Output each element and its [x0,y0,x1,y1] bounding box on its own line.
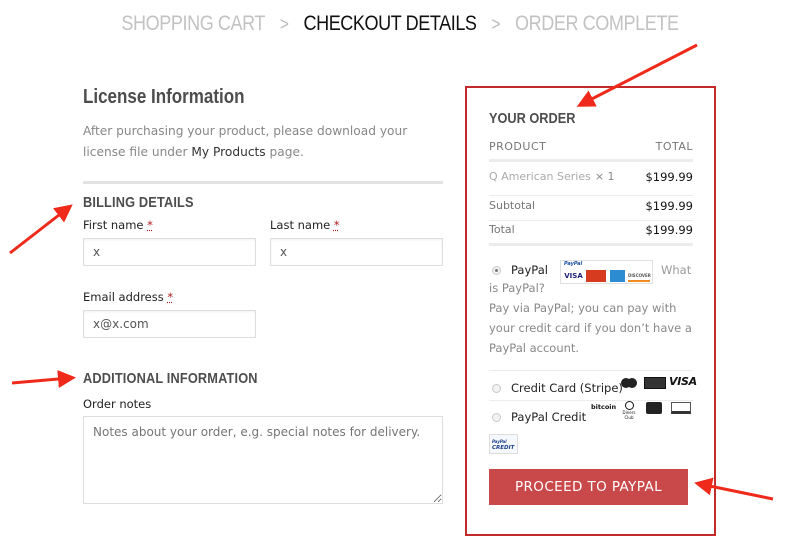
last-name-label-text: Last name [270,218,331,232]
order-table-header: PRODUCT TOTAL [489,140,693,162]
mastercard-icon [621,378,637,388]
visa-card-icon: VISA [669,375,697,388]
total-row: Total $199.99 [489,223,693,246]
item-total: $199.99 [645,170,693,184]
bitcoin-icon: bitcoin [591,403,617,411]
order-notes-textarea[interactable] [83,416,443,504]
arrow-to-billing [9,204,73,255]
badge-bottom-text: CREDIT [492,445,515,451]
subtotal-row: Subtotal $199.99 [489,199,693,221]
arrow-to-additional [11,370,76,388]
first-name-input[interactable]: x [83,238,256,266]
my-products-link[interactable]: My Products [191,145,265,159]
license-text: After purchasing your product, please do… [83,121,443,163]
paypal-description: is PayPal? Pay via PayPal; you can pay wi… [489,278,699,358]
jcb-card-icon [646,402,662,414]
what-is-paypal-link-cont[interactable]: is PayPal? [489,278,699,298]
paypal-credit-radio[interactable] [492,413,501,422]
subtotal-label: Subtotal [489,199,536,212]
required-mark: * [333,218,340,232]
your-order-heading: YOUR ORDER [489,110,576,127]
section-divider [83,181,443,184]
last-name-label: Last name * [270,218,340,232]
first-name-group: First name * x [83,214,256,266]
paypal-logo-icon: PayPal [564,261,583,267]
amex-card-icon [644,377,666,389]
paypal-credit-badge-icon: PayPal CREDIT [489,434,518,454]
stripe-radio[interactable] [492,384,501,393]
badge-top-text: PayPal [492,439,507,444]
last-name-input[interactable]: x [270,238,443,266]
last-name-group: Last name * x [270,214,443,266]
what-is-paypal-link[interactable]: What [661,263,691,277]
license-heading: License Information [83,86,245,108]
col-total: TOTAL [655,140,693,153]
order-item-row: Q American Series × 1 $199.99 [489,170,693,196]
col-product: PRODUCT [489,140,547,153]
billing-heading: BILLING DETAILS [83,194,194,211]
item-name: Q American Series [489,170,591,183]
payment-method-paypal: PayPal PayPal VISA DISCOVER What is PayP… [489,258,693,358]
paypal-description-text: Pay via PayPal; you can pay with your cr… [489,301,692,355]
checkout-steps: SHOPPING CART > CHECKOUT DETAILS > ORDER… [56,12,744,36]
step-checkout-details: CHECKOUT DETAILS [303,12,477,35]
subtotal-value: $199.99 [645,199,693,213]
diners-club-icon: Diners Club [620,401,638,420]
diners-club-text: Diners Club [622,410,636,420]
step-order-complete: ORDER COMPLETE [514,12,679,35]
step-separator: > [279,14,289,34]
license-text-after: page. [265,145,304,159]
email-group: Email address * x@x.com [83,286,256,338]
email-label: Email address * [83,290,173,304]
checkout-form: License Information After purchasing you… [83,86,443,504]
stripe-label[interactable]: Credit Card (Stripe) [511,381,623,395]
payment-method-stripe: Credit Card (Stripe) VISA [489,370,697,400]
step-separator: > [491,14,501,34]
first-name-label-text: First name [83,218,144,232]
item-qty: × 1 [594,170,615,183]
discover-card-icon [671,402,691,414]
proceed-to-paypal-button[interactable]: PROCEED TO PAYPAL [489,469,688,505]
step-shopping-cart[interactable]: SHOPPING CART [121,12,265,36]
email-input[interactable]: x@x.com [83,310,256,338]
additional-info-heading: ADDITIONAL INFORMATION [83,370,258,387]
total-label: Total [489,223,515,236]
first-name-label: First name * [83,218,153,232]
email-label-text: Email address [83,290,164,304]
order-summary-box: YOUR ORDER PRODUCT TOTAL Q American Seri… [465,86,716,536]
total-value: $199.99 [645,223,693,237]
paypal-radio[interactable] [492,266,501,275]
order-notes-label: Order notes [83,397,152,411]
required-mark: * [147,218,153,232]
paypal-label[interactable]: PayPal [511,263,548,277]
paypal-credit-label[interactable]: PayPal Credit [511,410,586,424]
required-mark: * [167,290,174,304]
payment-method-paypal-credit: PayPal Credit bitcoin Diners Club PayPal… [489,400,693,455]
